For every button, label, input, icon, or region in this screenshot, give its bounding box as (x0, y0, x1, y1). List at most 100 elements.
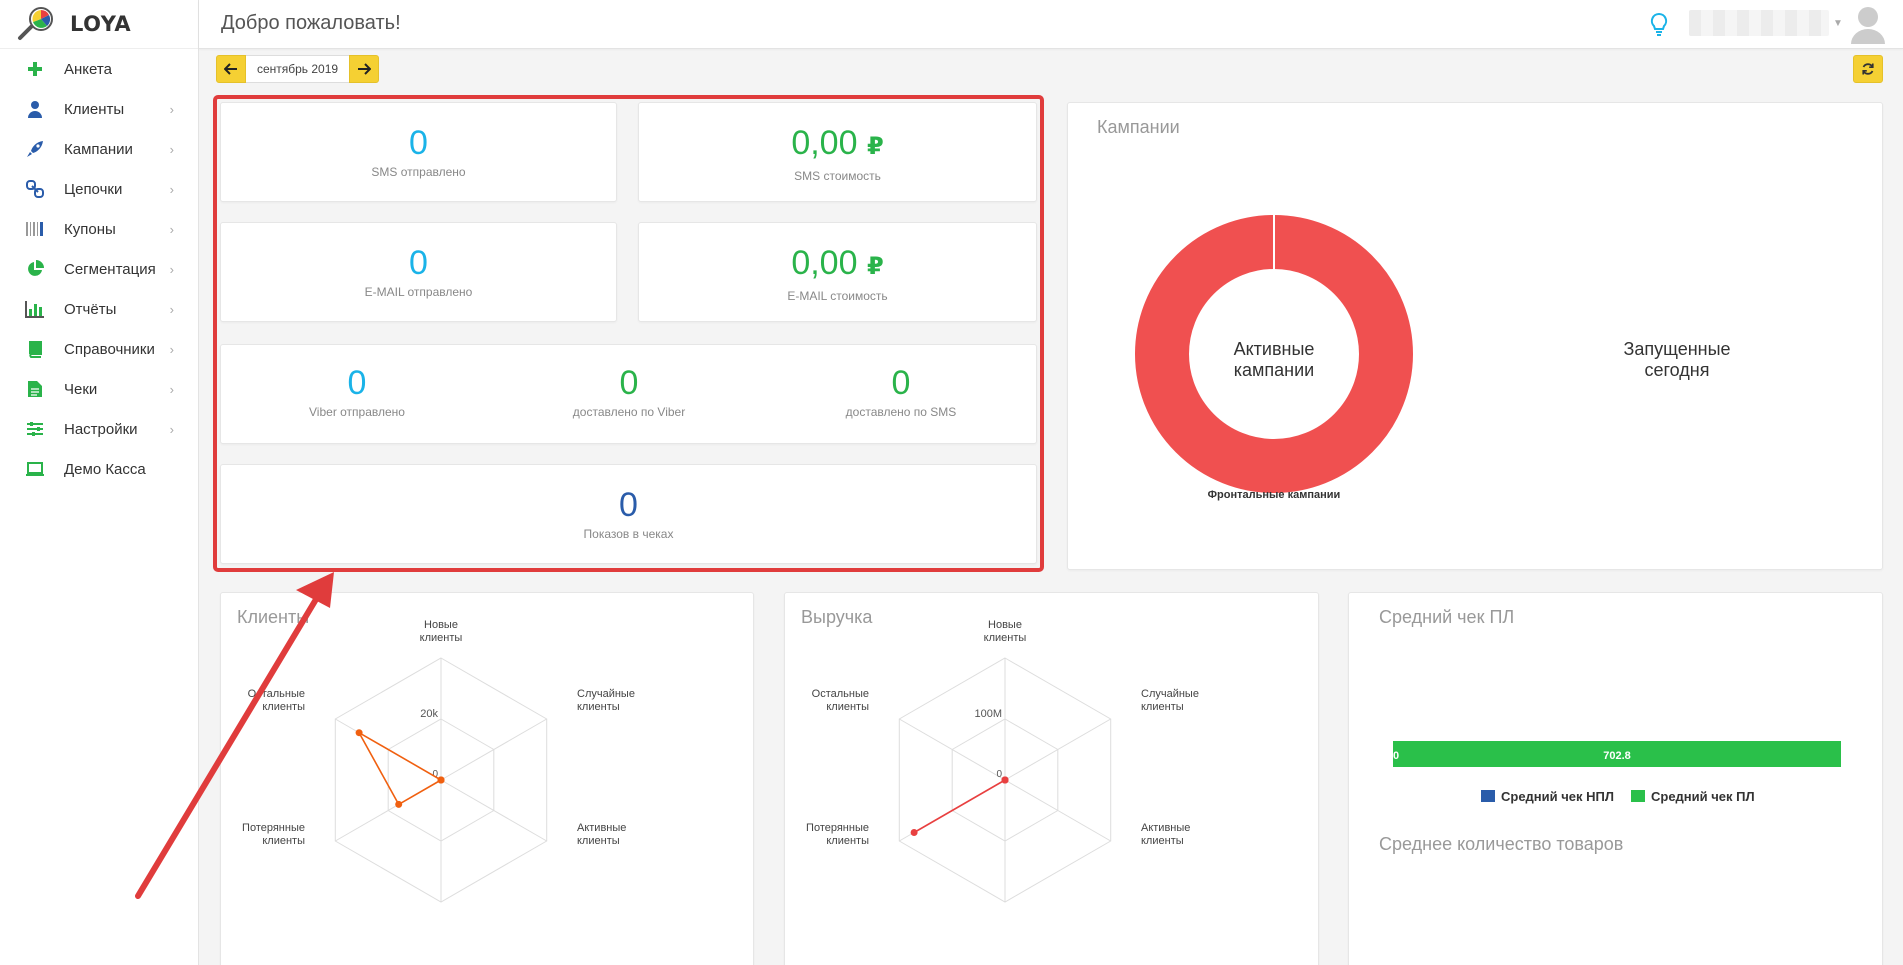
pie-icon (24, 258, 46, 280)
radar-axis-label: клиенты (577, 835, 620, 847)
legend-pl-swatch (1631, 790, 1645, 802)
chevron-right-icon: › (169, 102, 174, 117)
sidebar-item-label: Чеки (64, 380, 98, 398)
lightbulb-icon[interactable] (1650, 12, 1668, 41)
sidebar-item-label: Кампании (64, 140, 133, 158)
radar-scale-label: 0 (996, 769, 1002, 780)
chevron-right-icon: › (169, 222, 174, 237)
sidebar-item-3[interactable]: Цепочки › (0, 169, 198, 209)
rocket-icon (24, 138, 46, 160)
chevron-right-icon: › (169, 342, 174, 357)
sidebar-item-label: Настройки (64, 420, 138, 438)
legend-npl-swatch (1481, 790, 1495, 802)
radar-data-point[interactable] (910, 829, 918, 836)
donut-center-label-1: Активные (1234, 339, 1315, 359)
campaigns-panel: Кампании Активные кампании Фронтальные к… (1067, 102, 1883, 570)
chevron-down-icon[interactable]: ▼ (1833, 18, 1843, 29)
radar-data-point[interactable] (355, 729, 363, 737)
laptop-icon (24, 458, 46, 480)
sidebar-item-5[interactable]: Сегментация › (0, 249, 198, 289)
radar-axis-label: Активные (577, 822, 626, 834)
chevron-right-icon: › (169, 142, 174, 157)
sidebar-item-label: Справочники (64, 340, 155, 358)
revenue-panel: Выручка 100M 0 Новые клиенты Случайные клиент… (784, 592, 1319, 965)
sidebar-item-2[interactable]: Кампании › (0, 129, 198, 169)
radar-axis-label: Остальные (812, 688, 869, 700)
highlight-box (213, 95, 1044, 572)
sidebar-item-label: Отчёты (64, 300, 117, 318)
brand-name: LOYA (70, 12, 132, 36)
sidebar-item-label: Цепочки (64, 180, 123, 198)
prev-month-button[interactable] (216, 55, 246, 83)
radar-axis-label: клиенты (577, 701, 620, 713)
radar-scale-label: 20k (420, 708, 438, 720)
radar-axis-label: Остальные (248, 688, 305, 700)
radar-axis-label: Новые (424, 619, 458, 631)
radar-axis-label: Случайные (577, 688, 635, 700)
bar-value-label: 702.8 (1603, 750, 1631, 762)
arrow-left-icon (224, 63, 237, 75)
radar-axis-label: клиенты (984, 632, 1027, 644)
sidebar-item-0[interactable]: Анкета (0, 49, 198, 89)
legend-pl-label[interactable]: Средний чек ПЛ (1651, 789, 1755, 804)
period-selector: сентябрь 2019 (216, 55, 379, 83)
launched-today-label-1: Запущенные (1623, 339, 1730, 359)
sidebar-item-9[interactable]: Настройки › (0, 409, 198, 449)
page-title: Добро пожаловать! (221, 12, 401, 34)
avatar[interactable] (1849, 4, 1887, 44)
user-icon (24, 98, 46, 120)
refresh-icon (1862, 63, 1874, 75)
sidebar-item-label: Сегментация (64, 260, 156, 278)
logo-icon (14, 6, 56, 42)
sidebar-item-10[interactable]: Демо Касса (0, 449, 198, 489)
legend-npl-label[interactable]: Средний чек НПЛ (1501, 789, 1614, 804)
file-icon (24, 378, 46, 400)
refresh-button[interactable] (1853, 55, 1883, 83)
book-icon (24, 338, 46, 360)
radar-axis-label: Новые (988, 619, 1022, 631)
radar-axis-label: Активные (1141, 822, 1190, 834)
sidebar-item-label: Анкета (64, 60, 112, 78)
radar-data-point[interactable] (437, 776, 445, 784)
radar-axis-label: клиенты (826, 701, 869, 713)
sidebar-item-6[interactable]: Отчёты › (0, 289, 198, 329)
avg-check-bar-chart: 0 702.8 Средний чек НПЛ Средний чек ПЛ (1393, 741, 1841, 804)
launched-today-label-2: сегодня (1645, 360, 1710, 380)
user-name-blurred[interactable] (1689, 10, 1829, 36)
radar-axis-label: клиенты (1141, 835, 1184, 847)
link-icon (24, 178, 46, 200)
sidebar-item-1[interactable]: Клиенты › (0, 89, 198, 129)
topbar: Добро пожаловать! ▼ (199, 0, 1903, 49)
radar-series-line (357, 730, 443, 806)
chevron-right-icon: › (169, 382, 174, 397)
plus-icon (24, 58, 46, 80)
sidebar-item-7[interactable]: Справочники › (0, 329, 198, 369)
sidebar: LOYA Анкета Клиенты › Кампании › Цепочки › Купо… (0, 0, 199, 965)
radar-axis-label: клиенты (826, 835, 869, 847)
sidebar-item-label: Клиенты (64, 100, 125, 118)
clients-radar-chart: 20k0НовыеклиентыСлучайныеклиентыАктивные… (242, 619, 635, 903)
clients-panel: Клиенты 20k 0 Новые клиенты Случайные клиенты… (220, 592, 754, 965)
arrow-right-icon (358, 63, 371, 75)
sidebar-menu: Анкета Клиенты › Кампании › Цепочки › Купоны › Се… (0, 49, 198, 489)
radar-axis-label: Потерянные (242, 822, 305, 834)
radar-data-point[interactable] (1001, 776, 1009, 784)
avg-check-panel: Средний чек ПЛ 0 702.8 Средний чек НПЛ С… (1348, 592, 1883, 965)
current-month: сентябрь 2019 (246, 55, 349, 83)
radar-data-point[interactable] (395, 800, 403, 808)
brand[interactable]: LOYA (0, 0, 198, 49)
sidebar-item-8[interactable]: Чеки › (0, 369, 198, 409)
radar-axis-label: Случайные (1141, 688, 1199, 700)
sidebar-item-4[interactable]: Купоны › (0, 209, 198, 249)
radar-scale-label: 100M (974, 708, 1002, 720)
next-month-button[interactable] (349, 55, 379, 83)
chevron-right-icon: › (169, 182, 174, 197)
chevron-right-icon: › (169, 302, 174, 317)
chevron-right-icon: › (169, 262, 174, 277)
sliders-icon (24, 418, 46, 440)
sidebar-item-label: Демо Касса (64, 460, 146, 478)
radar-axis-label: клиенты (1141, 701, 1184, 713)
radar-axis-label: клиенты (262, 835, 305, 847)
sidebar-item-label: Купоны (64, 220, 116, 238)
avg-items-title: Среднее количество товаров (1379, 834, 1624, 854)
